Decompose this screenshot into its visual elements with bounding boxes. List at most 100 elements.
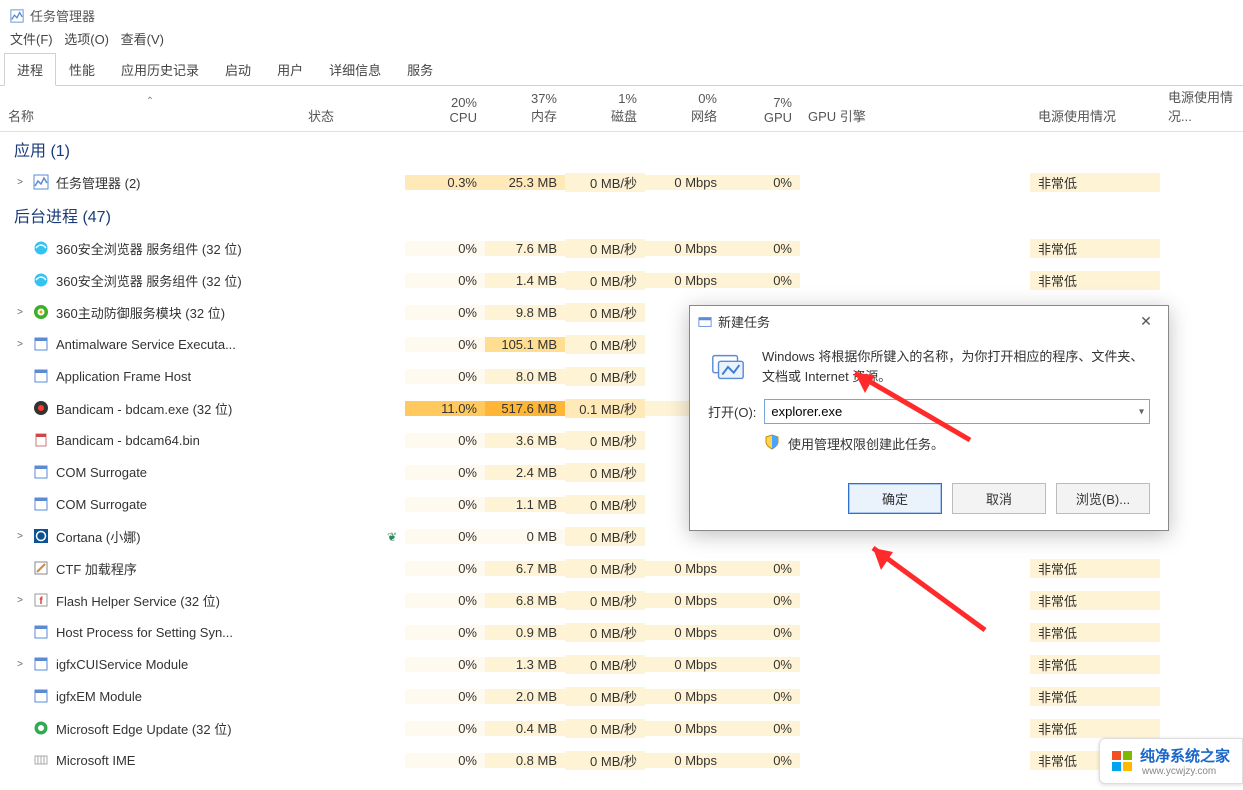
tab-5[interactable]: 详细信息 [316,53,394,86]
cortana-icon [32,527,50,545]
tab-6[interactable]: 服务 [394,53,446,86]
process-name: Bandicam - bdcam64.bin [56,433,200,448]
sort-indicator-icon: ⌃ [8,98,292,106]
table-row[interactable]: >任务管理器 (2)0.3%25.3 MB0 MB/秒0 Mbps0%非常低 [0,166,1243,198]
tm-icon [32,173,50,191]
expander-icon[interactable]: > [14,659,26,670]
process-name: 360安全浏览器 服务组件 (32 位) [56,239,242,258]
disk-cell: 0 MB/秒 [565,463,645,482]
expander-icon[interactable]: > [14,177,26,188]
process-name: Antimalware Service Executa... [56,337,236,352]
cpu-cell: 0% [405,241,485,256]
col-disk[interactable]: 1%磁盘 [565,86,645,131]
tab-0[interactable]: 进程 [4,53,56,86]
cpu-cell: 0% [405,305,485,320]
cpu-cell: 0% [405,593,485,608]
cpu-cell: 0% [405,433,485,448]
open-label: 打开(O): [708,402,756,421]
mem-cell: 9.8 MB [485,305,565,320]
table-row[interactable]: igfxEM Module0%2.0 MB0 MB/秒0 Mbps0%非常低 [0,680,1243,712]
process-name: Cortana (小娜) [56,527,141,546]
col-gpu[interactable]: 7%GPU [725,86,800,131]
mem-cell: 2.0 MB [485,689,565,704]
app-icon [32,495,50,513]
expander-icon[interactable]: > [14,595,26,606]
power-cell: 非常低 [1030,559,1160,578]
tab-3[interactable]: 启动 [212,53,264,86]
browse-button[interactable]: 浏览(B)... [1056,483,1150,514]
chevron-down-icon[interactable]: ▾ [1139,406,1144,417]
column-header-row: ⌃ 名称 状态 20%CPU 37%内存 1%磁盘 0%网络 7%GPU GPU… [0,86,1243,132]
table-row[interactable]: Microsoft IME0%0.8 MB0 MB/秒0 Mbps0%非常低 [0,744,1243,776]
menu-view[interactable]: 查看(V) [121,32,164,47]
process-name: igfxCUIService Module [56,657,188,672]
expander-icon[interactable]: > [14,531,26,542]
app-icon [32,367,50,385]
process-name: igfxEM Module [56,689,142,704]
run-dialog-icon [698,315,712,329]
col-status[interactable]: 状态 [300,86,405,131]
tab-2[interactable]: 应用历史记录 [108,53,212,86]
tab-4[interactable]: 用户 [264,53,316,86]
gpu-cell: 0% [725,175,800,190]
process-name: 360安全浏览器 服务组件 (32 位) [56,271,242,290]
col-name[interactable]: ⌃ 名称 [0,86,300,131]
cpu-cell: 0% [405,273,485,288]
process-name: Application Frame Host [56,369,191,384]
col-mem[interactable]: 37%内存 [485,86,565,131]
cpu-cell: 0% [405,465,485,480]
table-row[interactable]: >igfxCUIService Module0%1.3 MB0 MB/秒0 Mb… [0,648,1243,680]
group-header: 应用 (1) [0,132,1243,166]
mem-cell: 1.3 MB [485,657,565,672]
window-titlebar: 任务管理器 [0,0,1243,27]
mem-cell: 2.4 MB [485,465,565,480]
mem-cell: 8.0 MB [485,369,565,384]
close-icon[interactable]: ✕ [1132,313,1160,330]
mem-cell: 0.9 MB [485,625,565,640]
bin-icon [32,431,50,449]
cancel-button[interactable]: 取消 [952,483,1046,514]
col-cpu[interactable]: 20%CPU [405,86,485,131]
power-cell: 非常低 [1030,655,1160,674]
cpu-cell: 0% [405,369,485,384]
menu-options[interactable]: 选项(O) [64,32,109,47]
net-cell: 0 Mbps [645,625,725,640]
expander-icon[interactable]: > [14,307,26,318]
flash-icon: f [32,591,50,609]
run-program-icon [708,347,748,387]
col-power[interactable]: 电源使用情况 [1030,86,1160,131]
net-cell: 0 Mbps [645,273,725,288]
table-row[interactable]: >fFlash Helper Service (32 位)0%6.8 MB0 M… [0,584,1243,616]
app-icon [32,655,50,673]
menubar: 文件(F) 选项(O) 查看(V) [0,27,1243,52]
table-row[interactable]: CTF 加载程序0%6.7 MB0 MB/秒0 Mbps0%非常低 [0,552,1243,584]
process-name: 360主动防御服务模块 (32 位) [56,303,225,322]
disk-cell: 0.1 MB/秒 [565,399,645,418]
uac-shield-icon [764,434,780,453]
mem-cell: 0 MB [485,529,565,544]
ok-button[interactable]: 确定 [848,483,942,514]
disk-cell: 0 MB/秒 [565,495,645,514]
disk-cell: 0 MB/秒 [565,271,645,290]
gpu-cell: 0% [725,273,800,288]
table-row[interactable]: 360安全浏览器 服务组件 (32 位)0%1.4 MB0 MB/秒0 Mbps… [0,264,1243,296]
ie-icon [32,239,50,257]
cpu-cell: 0% [405,625,485,640]
process-name: Host Process for Setting Syn... [56,625,233,640]
table-row[interactable]: Microsoft Edge Update (32 位)0%0.4 MB0 MB… [0,712,1243,744]
col-gpu-engine[interactable]: GPU 引擎 [800,86,1030,131]
tab-1[interactable]: 性能 [56,53,108,86]
table-row[interactable]: Host Process for Setting Syn... 0%0.9 MB 0… [0,616,1243,648]
status-cell: ❦ [300,529,405,544]
process-name: Microsoft Edge Update (32 位) [56,719,232,738]
table-row[interactable]: 360安全浏览器 服务组件 (32 位)0%7.6 MB0 MB/秒0 Mbps… [0,232,1243,264]
process-name: Microsoft IME [56,753,135,768]
disk-cell: 0 MB/秒 [565,239,645,258]
process-name: CTF 加载程序 [56,559,137,578]
menu-file[interactable]: 文件(F) [10,32,53,47]
annotation-arrow-2-icon [845,530,995,640]
watermark-url: www.ycwjzy.com [1142,766,1230,777]
expander-icon[interactable]: > [14,339,26,350]
col-power-trend[interactable]: 电源使用情况... [1160,86,1243,131]
col-net[interactable]: 0%网络 [645,86,725,131]
